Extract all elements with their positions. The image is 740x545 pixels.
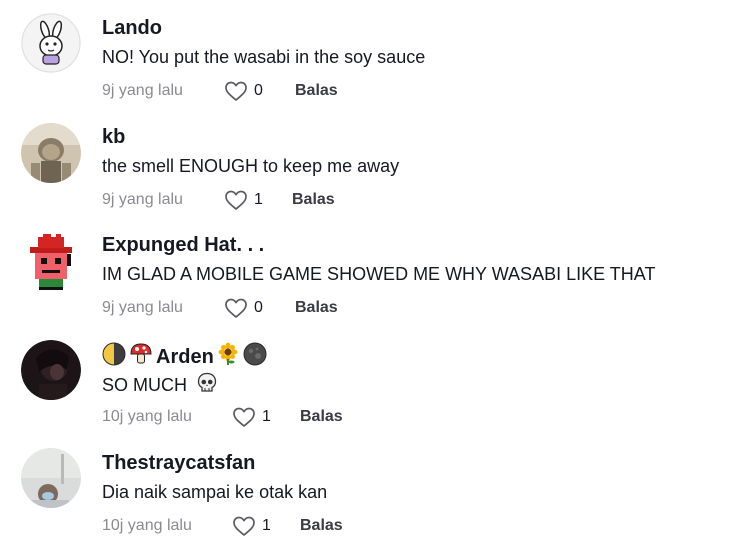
mushroom-icon <box>130 343 152 364</box>
like-button[interactable]: 1 <box>232 405 271 429</box>
comment-username[interactable]: kb <box>102 125 125 149</box>
avatar[interactable] <box>21 340 81 400</box>
heart-outline-icon <box>233 407 255 427</box>
comment-item: kb the smell ENOUGH to keep me away 9j y… <box>0 108 740 216</box>
reply-button[interactable]: Balas <box>300 514 343 538</box>
comment-username[interactable]: Arden <box>156 346 214 368</box>
avatar-image <box>21 340 81 400</box>
heart-outline-icon <box>225 190 247 210</box>
comment-time: 9j yang lalu <box>102 82 183 99</box>
avatar[interactable] <box>21 448 81 508</box>
comment-item: Arden SO MUCH 10j yang lalu 1 Balas <box>0 325 740 433</box>
heart-outline-icon <box>225 81 247 101</box>
sunflower-icon <box>218 342 238 365</box>
comment-username[interactable]: Thestraycatsfan <box>102 451 255 475</box>
avatar-image <box>21 123 81 183</box>
like-count: 0 <box>254 82 263 99</box>
skull-icon <box>197 372 217 392</box>
comment-text: IM GLAD A MOBILE GAME SHOWED ME WHY WASA… <box>102 264 656 284</box>
heart-outline-icon <box>233 516 255 536</box>
like-count: 0 <box>254 299 263 316</box>
first-quarter-moon-icon <box>102 342 126 366</box>
comment-item: Thestraycatsfan Dia naik sampai ke otak … <box>0 434 740 542</box>
like-button[interactable]: 1 <box>224 188 263 212</box>
avatar[interactable] <box>21 231 81 291</box>
avatar-image <box>30 234 72 290</box>
reply-button[interactable]: Balas <box>292 188 335 212</box>
avatar-image <box>21 13 81 73</box>
avatar[interactable] <box>21 123 81 183</box>
comment-username-row[interactable]: Arden <box>102 342 270 369</box>
comment-text: the smell ENOUGH to keep me away <box>102 156 400 176</box>
heart-outline-icon <box>225 298 247 318</box>
comment-text: SO MUCH <box>102 375 187 395</box>
reply-button[interactable]: Balas <box>295 296 338 320</box>
like-count: 1 <box>262 408 271 425</box>
like-count: 1 <box>254 191 263 208</box>
comment-time: 10j yang lalu <box>102 517 192 534</box>
comment-text: Dia naik sampai ke otak kan <box>102 482 328 502</box>
avatar[interactable] <box>21 13 81 73</box>
comment-text-row: SO MUCH <box>102 372 221 396</box>
avatar-image <box>21 448 81 508</box>
comment-time: 9j yang lalu <box>102 191 183 208</box>
comment-item: Expunged Hat. . . IM GLAD A MOBILE GAME … <box>0 216 740 324</box>
comment-username[interactable]: Lando <box>102 16 162 40</box>
comment-username[interactable]: Expunged Hat. . . <box>102 233 264 257</box>
like-button[interactable]: 1 <box>232 514 271 538</box>
comments-panel: { "comments": [ { "username": "Lando", "… <box>0 0 740 545</box>
comment-time: 9j yang lalu <box>102 299 183 316</box>
like-button[interactable]: 0 <box>224 296 263 320</box>
full-moon-icon <box>243 342 267 366</box>
reply-button[interactable]: Balas <box>300 405 343 429</box>
comment-item: Lando NO! You put the wasabi in the soy … <box>0 0 740 108</box>
like-button[interactable]: 0 <box>224 79 263 103</box>
comment-time: 10j yang lalu <box>102 408 192 425</box>
comment-text: NO! You put the wasabi in the soy sauce <box>102 47 426 67</box>
like-count: 1 <box>262 517 271 534</box>
reply-button[interactable]: Balas <box>295 79 338 103</box>
